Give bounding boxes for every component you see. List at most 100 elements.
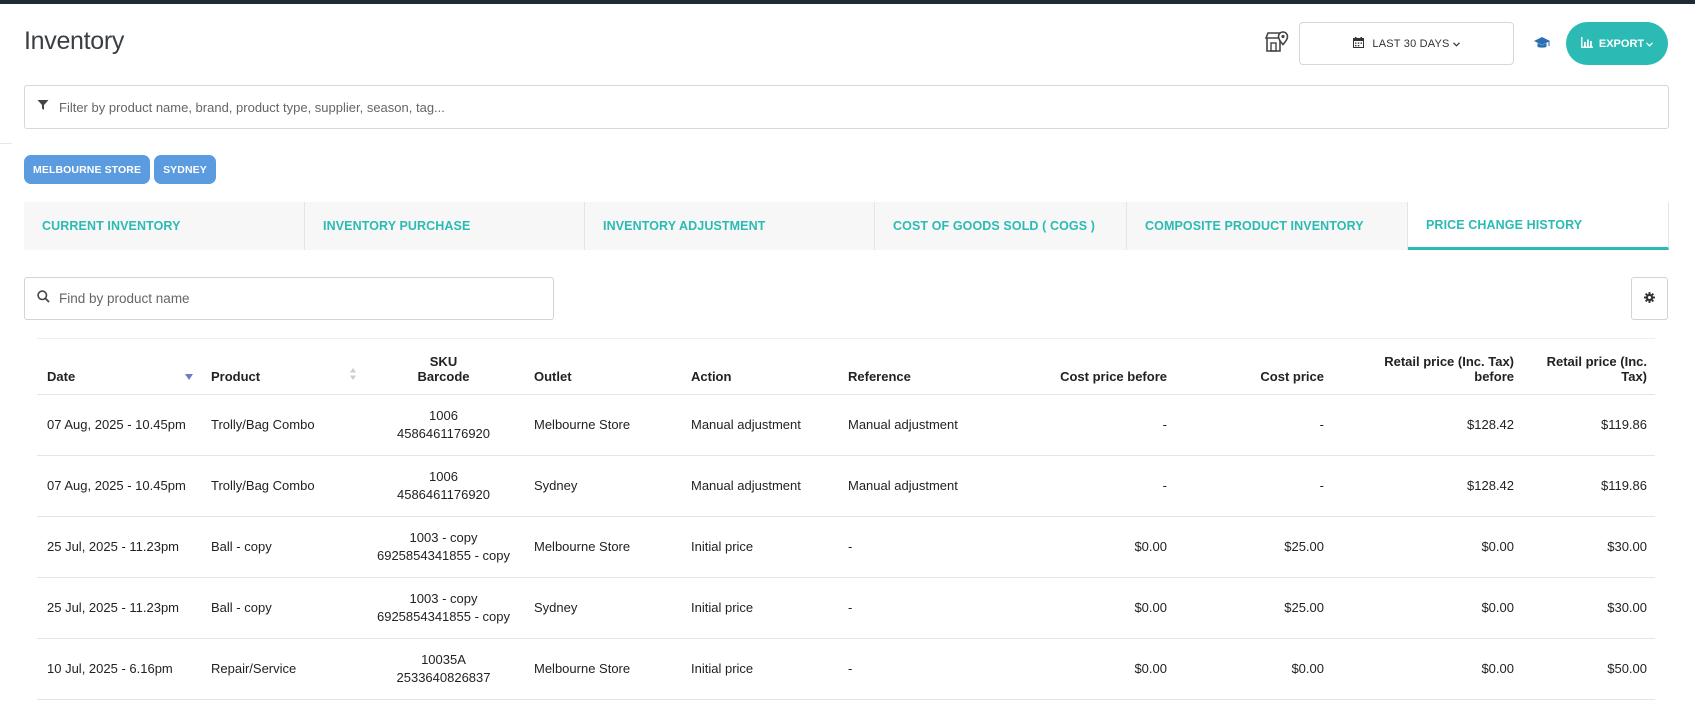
column-header-sku: SKU: [429, 353, 458, 369]
chevron-down-icon: [1452, 38, 1460, 50]
cell-reference: Manual adjustment: [838, 455, 1018, 517]
column-settings-button[interactable]: [1631, 277, 1668, 320]
cell-retail: $30.00: [1522, 577, 1655, 639]
cell-action: Manual adjustment: [681, 455, 838, 517]
cell-sku: 1003 - copy: [409, 590, 478, 606]
search-icon: [37, 289, 50, 308]
column-header-action: Action: [681, 338, 838, 395]
cell-product: Trolly/Bag Combo: [201, 455, 361, 517]
column-header-barcode: Barcode: [417, 368, 470, 384]
cell-sku: 1006: [429, 407, 458, 423]
cell-cost-before: -: [1018, 394, 1175, 456]
cell-reference: Manual adjustment: [838, 394, 1018, 456]
cell-retail-before: $0.00: [1332, 516, 1522, 578]
product-filter-input[interactable]: [59, 99, 1559, 115]
cell-reference: -: [838, 638, 1018, 700]
cell-outlet: Melbourne Store: [524, 516, 681, 578]
cell-barcode: 2533640826837: [396, 669, 491, 685]
column-header-retail-before: Retail price (Inc. Tax) before: [1332, 338, 1522, 395]
cell-date: 25 Jul, 2025 - 11.23pm: [37, 577, 201, 639]
cell-sku-barcode: 1006 4586461176920: [361, 455, 524, 517]
cell-retail-before: $0.00: [1332, 577, 1522, 639]
export-label: EXPORT: [1598, 37, 1645, 50]
cell-barcode: 4586461176920: [396, 486, 491, 502]
column-header-outlet: Outlet: [524, 338, 681, 395]
bar-chart-icon: [1580, 36, 1593, 51]
column-header-date[interactable]: Date: [37, 338, 201, 395]
cell-barcode: 4586461176920: [396, 425, 491, 441]
column-header-cost: Cost price: [1175, 338, 1332, 395]
tab-inventory-purchase[interactable]: INVENTORY PURCHASE: [305, 202, 585, 250]
export-button[interactable]: EXPORT: [1566, 22, 1668, 65]
date-range-button[interactable]: LAST 30 DAYS: [1299, 22, 1514, 65]
graduation-cap-icon[interactable]: [1533, 35, 1551, 51]
tab-price-change-history[interactable]: PRICE CHANGE HISTORY: [1408, 202, 1669, 250]
cell-retail: $119.86: [1522, 455, 1655, 517]
cell-cost: $25.00: [1175, 577, 1332, 639]
product-search-box[interactable]: [24, 277, 554, 320]
chevron-down-icon: [1646, 38, 1654, 50]
cell-date: 10 Jul, 2025 - 6.16pm: [37, 638, 201, 700]
date-range-label: LAST 30 DAYS: [1372, 37, 1450, 50]
cell-retail-before: $0.00: [1332, 638, 1522, 700]
cell-cost-before: $0.00: [1018, 638, 1175, 700]
cell-cost: -: [1175, 394, 1332, 456]
tab-current-inventory[interactable]: CURRENT INVENTORY: [24, 202, 305, 250]
column-header-cost-before: Cost price before: [1018, 338, 1175, 395]
cell-action: Initial price: [681, 577, 838, 639]
store-location-icon[interactable]: [1264, 29, 1290, 55]
outlet-chip-melbourne[interactable]: MELBOURNE STORE: [24, 155, 151, 184]
cell-product: Repair/Service: [201, 638, 361, 700]
cell-cost: -: [1175, 455, 1332, 517]
tab-inventory-adjustment[interactable]: INVENTORY ADJUSTMENT: [585, 202, 875, 250]
cell-cost: $25.00: [1175, 516, 1332, 578]
cell-sku-barcode: 1003 - copy 6925854341855 - copy: [361, 516, 524, 578]
cell-barcode: 6925854341855 - copy: [376, 608, 510, 624]
cell-sku-barcode: 1003 - copy 6925854341855 - copy: [361, 577, 524, 639]
cell-date: 07 Aug, 2025 - 10.45pm: [37, 455, 201, 517]
product-search-input[interactable]: [59, 291, 539, 306]
product-filter-bar[interactable]: [24, 85, 1669, 129]
table-row: 25 Jul, 2025 - 11.23pm Ball - copy 1003 …: [37, 516, 1655, 578]
cell-retail: $50.00: [1522, 638, 1655, 700]
cell-outlet: Melbourne Store: [524, 394, 681, 456]
cell-reference: -: [838, 577, 1018, 639]
cell-product: Ball - copy: [201, 516, 361, 578]
calendar-icon: [1353, 36, 1365, 51]
cell-sku: 10035A: [421, 651, 466, 667]
cell-cost-before: $0.00: [1018, 577, 1175, 639]
cell-sku-barcode: 10035A 2533640826837: [361, 638, 524, 700]
gear-icon: [1644, 290, 1655, 308]
price-change-table: Date Product SKU Barcode Outlet Action Re…: [37, 338, 1655, 700]
top-bar: [0, 0, 1695, 4]
cell-action: Initial price: [681, 638, 838, 700]
cell-sku: 1006: [429, 468, 458, 484]
tab-cogs[interactable]: COST OF GOODS SOLD ( COGS ): [875, 202, 1127, 250]
column-header-retail: Retail price (Inc. Tax): [1522, 338, 1655, 395]
cell-product: Trolly/Bag Combo: [201, 394, 361, 456]
sort-descending-icon[interactable]: [185, 373, 193, 380]
cell-action: Initial price: [681, 516, 838, 578]
divider: [0, 143, 12, 144]
cell-outlet: Sydney: [524, 577, 681, 639]
cell-cost-before: -: [1018, 455, 1175, 517]
tab-composite-product-inventory[interactable]: COMPOSITE PRODUCT INVENTORY: [1127, 202, 1408, 250]
outlet-chip-sydney[interactable]: SYDNEY: [154, 155, 216, 184]
cell-cost: $0.00: [1175, 638, 1332, 700]
filter-icon: [37, 98, 49, 116]
outlet-chip-list: MELBOURNE STORE SYDNEY: [24, 155, 216, 184]
column-header-reference: Reference: [838, 338, 1018, 395]
cell-cost-before: $0.00: [1018, 516, 1175, 578]
column-header-sku-barcode: SKU Barcode: [361, 338, 524, 395]
report-tabs: CURRENT INVENTORY INVENTORY PURCHASE INV…: [24, 202, 1669, 250]
cell-sku: 1003 - copy: [409, 529, 478, 545]
table-header-row: Date Product SKU Barcode Outlet Action Re…: [37, 338, 1655, 395]
cell-barcode: 6925854341855 - copy: [376, 547, 510, 563]
cell-retail-before: $128.42: [1332, 455, 1522, 517]
page-title: Inventory: [24, 27, 125, 55]
column-header-product[interactable]: Product: [201, 338, 361, 395]
cell-outlet: Sydney: [524, 455, 681, 517]
sort-icon[interactable]: [349, 367, 357, 381]
cell-retail-before: $128.42: [1332, 394, 1522, 456]
cell-product: Ball - copy: [201, 577, 361, 639]
